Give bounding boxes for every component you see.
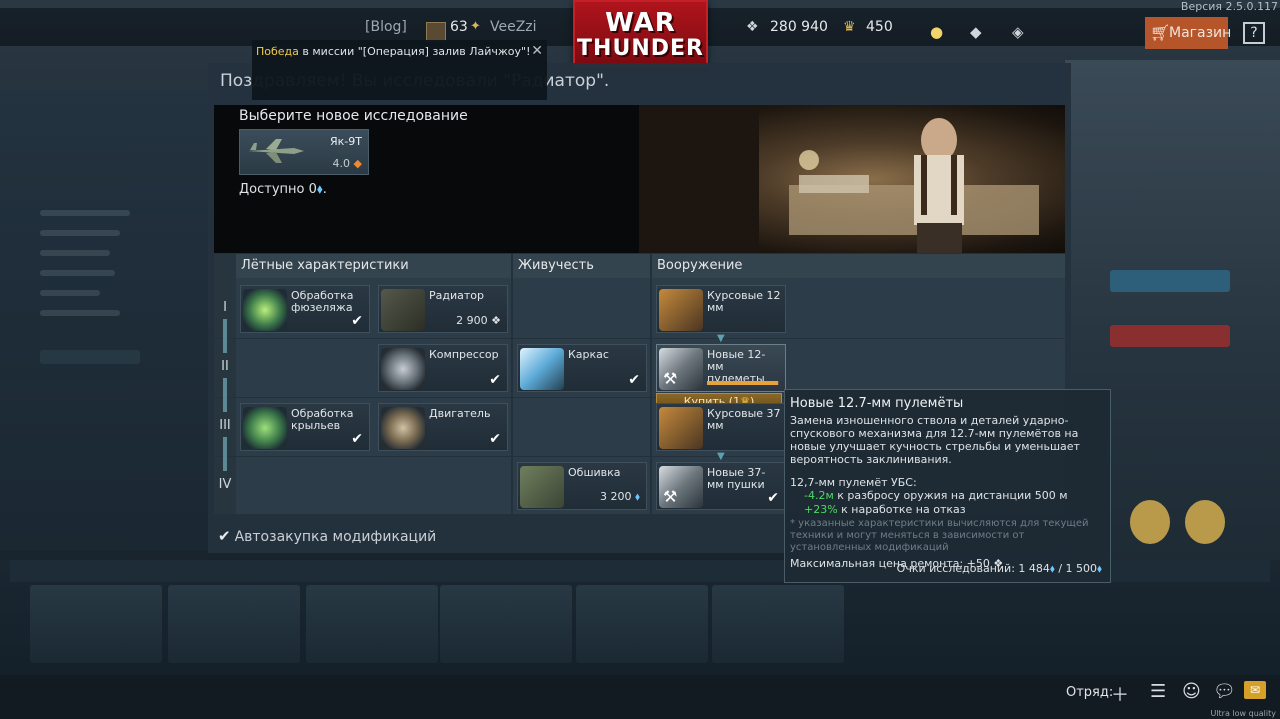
- tooltip-note: * указанные характеристики вычисляются д…: [790, 518, 1089, 553]
- close-icon[interactable]: ✕: [531, 43, 543, 59]
- mod-compressor[interactable]: Компрессор ✔: [378, 344, 508, 392]
- tooltip-stat: -4.2м к разбросу оружия на дистанции 500…: [804, 489, 1068, 502]
- player-level: 63: [450, 19, 468, 35]
- column-header-flight: Лётные характеристики: [236, 254, 511, 278]
- tooltip-research-points: Очки исследований: 1 484⬧ / 1 500⬧: [896, 562, 1102, 575]
- engineer-artwork: [639, 105, 1065, 253]
- available-research: Доступно 0⬧.: [239, 182, 327, 197]
- modification-tooltip: Новые 12.7-мм пулемёты Замена изношенног…: [784, 389, 1111, 583]
- mod-wings[interactable]: Обработка крыльев ✔: [240, 403, 370, 451]
- checkmark-icon: ✔: [628, 372, 640, 388]
- cover-icon: [520, 466, 564, 508]
- tier-connector: [223, 437, 227, 471]
- help-button[interactable]: ?: [1243, 22, 1265, 44]
- choose-research-label: Выберите новое исследование: [239, 108, 468, 124]
- vehicle-name: Як-9Т: [330, 135, 362, 148]
- tooltip-weapon: 12,7-мм пулемёт УБС:: [790, 476, 917, 489]
- victory-notification: Победа в миссии "[Операция] залив Лайчжо…: [252, 40, 547, 100]
- compressor-icon: [381, 348, 425, 390]
- column-header-armament: Вооружение: [652, 254, 1065, 278]
- column-header-survivability: Живучесть: [513, 254, 650, 278]
- mod-mg-37mm[interactable]: Курсовые 37 мм: [656, 403, 786, 451]
- blog-link[interactable]: [Blog]: [365, 19, 407, 35]
- mod-mg-12mm[interactable]: Курсовые 12 мм: [656, 285, 786, 333]
- wings-icon: [243, 407, 287, 449]
- silver-lions-icon: ❖: [746, 19, 759, 35]
- wrench-icon: ⚒: [663, 369, 678, 388]
- mod-radiator[interactable]: Радиатор 2 900 ❖: [378, 285, 508, 333]
- version-label: Версия 2.5.0.117: [1180, 0, 1278, 13]
- tier-connector: [223, 319, 227, 353]
- battle-pass-icon[interactable]: ◈: [1012, 23, 1024, 41]
- mod-price: 3 200 ⬧: [600, 490, 640, 503]
- notification-message: Победа в миссии "[Операция] залив Лайчжо…: [256, 45, 531, 58]
- tier-label: III: [219, 418, 231, 433]
- quality-label: Ultra low quality: [1210, 709, 1276, 718]
- friends-icon[interactable]: ☺: [1182, 681, 1201, 702]
- vehicle-card-yak-9t[interactable]: Як-9Т 4.0 ◆: [239, 129, 369, 175]
- mod-new-mg-12mm[interactable]: Новые 12-мм пулеметы ⚒: [656, 344, 786, 392]
- shop-label: Магазин: [1169, 25, 1232, 41]
- engine-icon: [381, 407, 425, 449]
- lightbulb-icon[interactable]: ●: [930, 23, 943, 41]
- squad-label: Отряд:: [1066, 685, 1114, 700]
- fuselage-icon: [243, 289, 287, 331]
- add-squad-icon[interactable]: ＋: [1111, 681, 1129, 707]
- research-header-panel: Выберите новое исследование Як-9Т 4.0 ◆ …: [214, 105, 1065, 253]
- mail-icon[interactable]: ✉: [1244, 681, 1266, 699]
- ammo-icon: [659, 289, 703, 331]
- arrow-down-icon: ▼: [717, 451, 725, 462]
- mod-cover[interactable]: Обшивка 3 200 ⬧: [517, 462, 647, 510]
- background-left-panel: [0, 90, 210, 550]
- arrow-down-icon: ▼: [717, 333, 725, 344]
- mod-frame[interactable]: Каркас ✔: [517, 344, 647, 392]
- tier-label: II: [221, 359, 229, 374]
- checkmark-icon: ✔: [351, 313, 363, 329]
- chat-icon[interactable]: 💬︎: [1213, 681, 1236, 702]
- tier-label: I: [223, 300, 227, 315]
- radiator-icon: [381, 289, 425, 331]
- checkmark-icon: ✔: [767, 490, 779, 506]
- research-progress-bar: [707, 381, 779, 385]
- wrench-icon: ⚒: [663, 487, 678, 506]
- mod-engine[interactable]: Двигатель ✔: [378, 403, 508, 451]
- frame-icon: [520, 348, 564, 390]
- checkmark-icon: ✔: [489, 372, 501, 388]
- checkmark-icon: ✔: [351, 431, 363, 447]
- checkmark-icon: ✔: [489, 431, 501, 447]
- checkbox-icon: ✔: [218, 527, 231, 545]
- bottom-bar: Отряд: ＋ ☰ ☺ 💬︎ ✉ Ultra low quality: [0, 675, 1280, 719]
- diamond-icon[interactable]: ◆: [970, 23, 982, 41]
- golden-eagles-icon: ♛: [843, 19, 856, 35]
- shop-button[interactable]: 🛒︎ Магазин: [1145, 17, 1232, 49]
- avatar[interactable]: [426, 22, 446, 42]
- autobuy-checkbox[interactable]: ✔ Автозакупка модификаций: [218, 527, 436, 545]
- silver-lions-balance: 280 940: [770, 19, 828, 35]
- mod-new-cannon-37mm[interactable]: Новые 37-мм пушки ⚒ ✔: [656, 462, 786, 510]
- mod-fuselage[interactable]: Обработка фюзеляжа ✔: [240, 285, 370, 333]
- battle-rating: 4.0 ◆: [332, 157, 362, 170]
- ammo-icon: [659, 407, 703, 449]
- rank-icon: ✦: [470, 19, 481, 34]
- tooltip-description: Замена изношенного ствола и деталей удар…: [790, 414, 1080, 466]
- plane-icon: [248, 139, 304, 163]
- golden-eagles-balance[interactable]: 450: [866, 19, 893, 35]
- tier-connector: [223, 378, 227, 412]
- tooltip-title: Новые 12.7-мм пулемёты: [790, 396, 964, 411]
- tier-label: IV: [218, 477, 232, 492]
- war-thunder-logo: WAR THUNDER: [573, 0, 708, 68]
- username[interactable]: VeeZzi: [490, 19, 537, 35]
- cart-icon: 🛒︎: [1150, 23, 1171, 42]
- mod-price: 2 900 ❖: [456, 314, 501, 327]
- tooltip-stat: +23% к наработке на отказ: [804, 503, 966, 516]
- list-icon[interactable]: ☰: [1150, 681, 1166, 702]
